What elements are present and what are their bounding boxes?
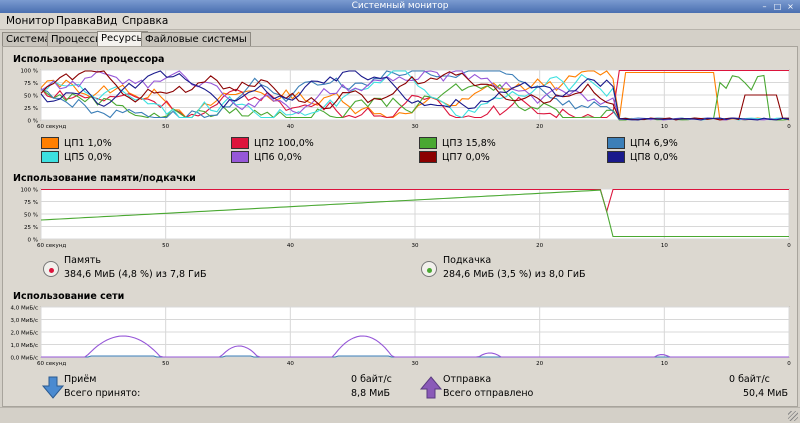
cpu-x-tick: 50: [162, 124, 169, 130]
memory-graph: 100 %75 %50 %25 %0 %60 секунд 50 40 30 20 10 0: [21, 188, 792, 250]
net-x-tick: 20: [536, 361, 543, 367]
receive-rate: 0 байт/с: [351, 374, 392, 385]
cpu-x-tick: 0: [787, 124, 791, 130]
mem-x-tick: 60 секунд: [37, 243, 66, 249]
net-y-tick: 3,0 МиБ/с: [11, 318, 38, 324]
memory-section-title: Использование памяти/подкачки: [13, 173, 196, 184]
net-y-tick: 1,0 МиБ/с: [11, 343, 38, 349]
resize-grip[interactable]: [788, 411, 798, 421]
cpu7-color-swatch[interactable]: [419, 151, 437, 163]
network-graph: 4,0 МиБ/с 3,0 МиБ/с 2,0 МиБ/с 1,0 МиБ/с 0,0 …: [11, 306, 792, 368]
legend-cpu1-label: ЦП1 1,0%: [64, 137, 112, 149]
send-total: 50,4 МиБ: [743, 388, 789, 399]
cpu8-color-swatch[interactable]: [607, 151, 625, 163]
legend-cpu5: ЦП5 0,0%: [41, 151, 112, 163]
maximize-icon[interactable]: □: [772, 1, 783, 12]
resources-panel: Использование процессора 100 % 75 % 50 % 25…: [2, 46, 798, 407]
legend-cpu6-label: ЦП6 0,0%: [254, 151, 302, 163]
mem-x-tick: 40: [287, 243, 294, 249]
minimize-icon[interactable]: –: [759, 1, 770, 12]
cpu-y-tick: 75 %: [24, 81, 38, 87]
net-x-tick: 60 секунд: [37, 361, 66, 367]
legend-cpu7-label: ЦП7 0,0%: [442, 151, 490, 163]
mem-y-tick: 75 %: [24, 200, 38, 206]
menu-bar: Монитор Правка Вид Справка: [0, 13, 800, 30]
net-x-tick: 10: [661, 361, 668, 367]
cpu5-color-swatch[interactable]: [41, 151, 59, 163]
mem-x-tick: 20: [536, 243, 543, 249]
cpu1-color-swatch[interactable]: [41, 137, 59, 149]
mem-y-tick: 50 %: [24, 213, 38, 219]
legend-cpu2-label: ЦП2 100,0%: [254, 137, 314, 149]
cpu-x-tick: 10: [661, 124, 668, 130]
legend-cpu4-label: ЦП4 6,9%: [630, 137, 678, 149]
net-y-tick: 2,0 МиБ/с: [11, 331, 38, 337]
cpu3-color-swatch[interactable]: [419, 137, 437, 149]
swap-label: Подкачка: [443, 255, 492, 266]
memory-label: Память: [64, 255, 101, 266]
cpu-y-tick: 50 %: [24, 94, 38, 100]
cpu-x-tick: 60 секунд: [37, 124, 66, 130]
legend-cpu1: ЦП1 1,0%: [41, 137, 112, 149]
receive-arrow-icon[interactable]: [41, 376, 65, 399]
net-y-tick: 0,0 МиБ/с: [11, 356, 38, 362]
memory-value: 384,6 МиБ (4,8 %) из 7,8 ГиБ: [64, 269, 207, 280]
send-rate: 0 байт/с: [729, 374, 770, 385]
menu-edit[interactable]: Правка: [56, 15, 96, 27]
tab-filesystems[interactable]: Файловые системы: [141, 32, 251, 46]
cpu2-color-swatch[interactable]: [231, 137, 249, 149]
mem-x-tick: 50: [162, 243, 169, 249]
close-icon[interactable]: ×: [785, 1, 796, 12]
cpu-x-tick: 40: [287, 124, 294, 130]
legend-cpu3: ЦП3 15,8%: [419, 137, 496, 149]
receive-total-label: Всего принято:: [64, 388, 141, 399]
net-y-tick: 4,0 МиБ/с: [11, 306, 38, 312]
legend-cpu4: ЦП4 6,9%: [607, 137, 678, 149]
send-total-label: Всего отправлено: [443, 388, 534, 399]
title-bar: Системный монитор – □ ×: [0, 0, 800, 13]
net-x-tick: 50: [162, 361, 169, 367]
network-section-title: Использование сети: [13, 291, 125, 302]
mem-x-tick: 10: [661, 243, 668, 249]
legend-cpu5-label: ЦП5 0,0%: [64, 151, 112, 163]
menu-monitor[interactable]: Монитор: [6, 15, 54, 27]
legend-cpu7: ЦП7 0,0%: [419, 151, 490, 163]
cpu-graph: 100 %75 %50 %25 %0 %60 секунд 50 40 30 20 10 0: [21, 69, 792, 131]
legend-cpu6: ЦП6 0,0%: [231, 151, 302, 163]
cpu4-color-swatch[interactable]: [607, 137, 625, 149]
menu-help[interactable]: Справка: [122, 15, 168, 27]
send-arrow-icon[interactable]: [419, 376, 443, 399]
legend-cpu8-label: ЦП8 0,0%: [630, 151, 678, 163]
cpu-x-tick: 20: [536, 124, 543, 130]
cpu-section-title: Использование процессора: [13, 54, 165, 65]
cpu-x-tick: 30: [412, 124, 419, 130]
swap-value: 284,6 МиБ (3,5 %) из 8,0 ГиБ: [443, 269, 586, 280]
cpu6-color-swatch[interactable]: [231, 151, 249, 163]
tab-bar: Система Процессы Ресурсы Файловые систем…: [0, 31, 800, 46]
net-x-tick: 40: [287, 361, 294, 367]
mem-x-tick: 0: [787, 243, 791, 249]
legend-cpu3-label: ЦП3 15,8%: [442, 137, 496, 149]
cpu-y-tick: 100 %: [21, 69, 38, 75]
menu-view[interactable]: Вид: [96, 15, 117, 27]
memory-gauge-icon[interactable]: [43, 261, 59, 277]
legend-cpu2: ЦП2 100,0%: [231, 137, 314, 149]
window-title: Системный монитор: [351, 1, 449, 11]
receive-total: 8,8 МиБ: [351, 388, 391, 399]
net-x-tick: 30: [412, 361, 419, 367]
swap-gauge-icon[interactable]: [421, 261, 437, 277]
mem-y-tick: 100 %: [21, 188, 38, 194]
mem-x-tick: 30: [412, 243, 419, 249]
net-x-tick: 0: [787, 361, 791, 367]
status-bar: [0, 407, 800, 423]
legend-cpu8: ЦП8 0,0%: [607, 151, 678, 163]
mem-y-tick: 25 %: [24, 225, 38, 231]
send-label: Отправка: [443, 374, 492, 385]
receive-label: Приём: [64, 374, 97, 385]
cpu-y-tick: 25 %: [24, 106, 38, 112]
